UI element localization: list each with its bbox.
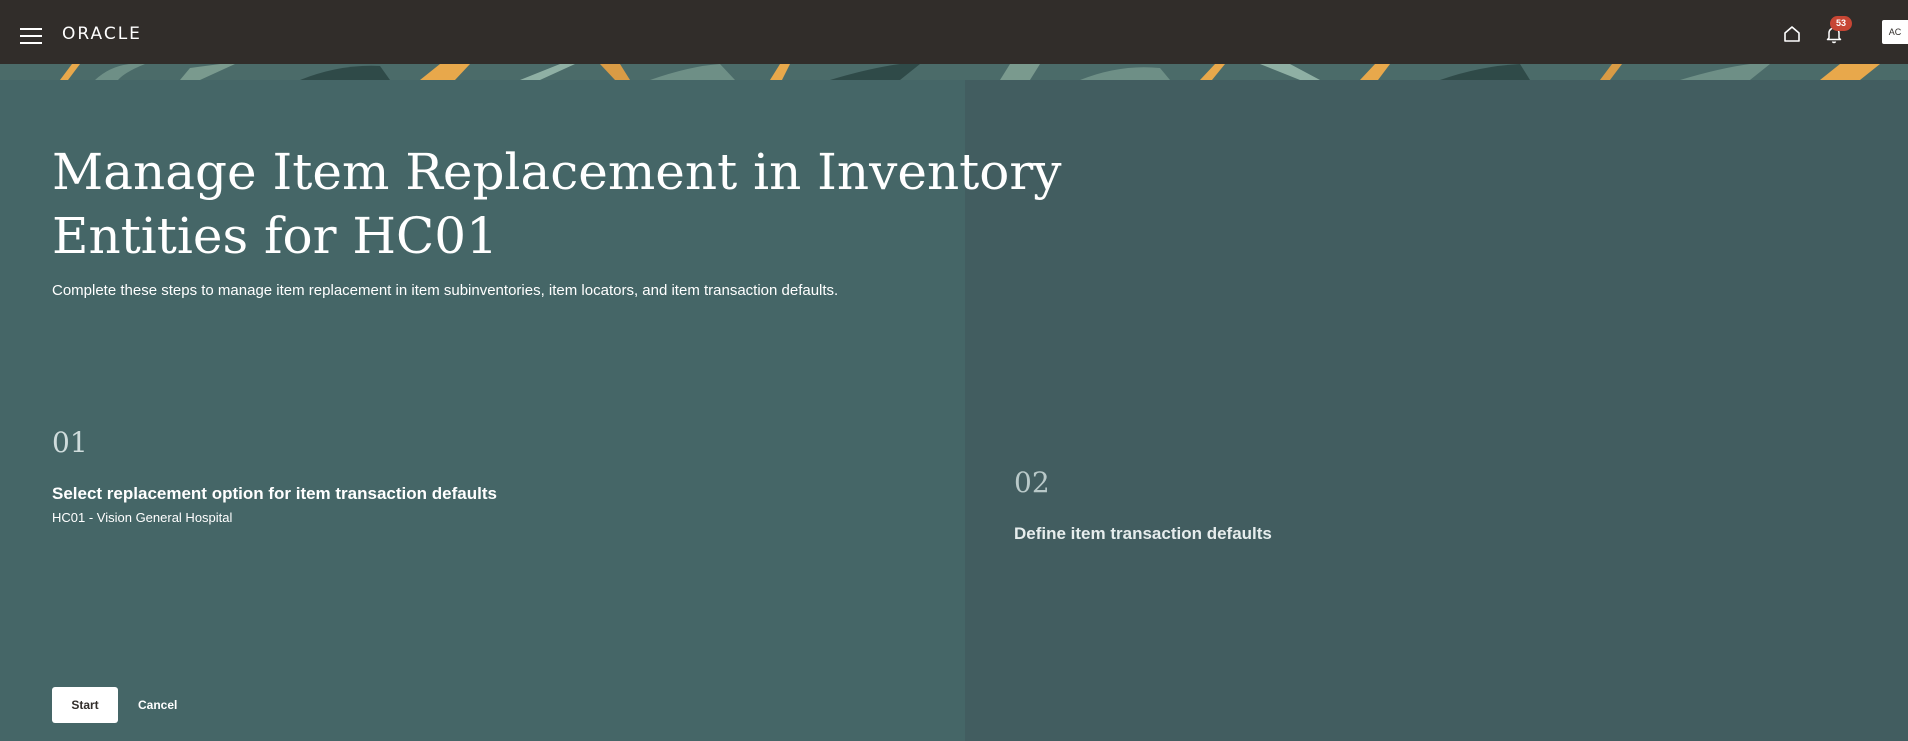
page-description: Complete these steps to manage item repl… <box>52 282 839 299</box>
top-bar: ORACLE 53 AC <box>0 0 1908 64</box>
banner-pattern-image <box>0 64 1908 80</box>
user-avatar[interactable]: AC <box>1882 20 1908 44</box>
page-title: Manage Item Replacement in Inventory Ent… <box>52 143 1062 265</box>
decorative-banner <box>0 64 1908 80</box>
hamburger-menu-icon[interactable] <box>20 28 42 44</box>
step-1-number: 01 <box>52 426 88 459</box>
step-1-title: Select replacement option for item trans… <box>52 484 497 503</box>
oracle-logo[interactable]: ORACLE <box>62 24 142 44</box>
home-icon[interactable] <box>1782 24 1802 44</box>
cancel-button[interactable]: Cancel <box>130 687 185 723</box>
start-button[interactable]: Start <box>52 687 118 723</box>
main-content: Manage Item Replacement in Inventory Ent… <box>0 80 1908 741</box>
step-2-number: 02 <box>1014 466 1050 499</box>
step-2-title: Define item transaction defaults <box>1014 524 1272 543</box>
notification-count-badge: 53 <box>1830 16 1852 31</box>
step-1-subtitle: HC01 - Vision General Hospital <box>52 510 233 525</box>
app-root: ORACLE 53 AC Manage Item Replacement in … <box>0 0 1908 741</box>
